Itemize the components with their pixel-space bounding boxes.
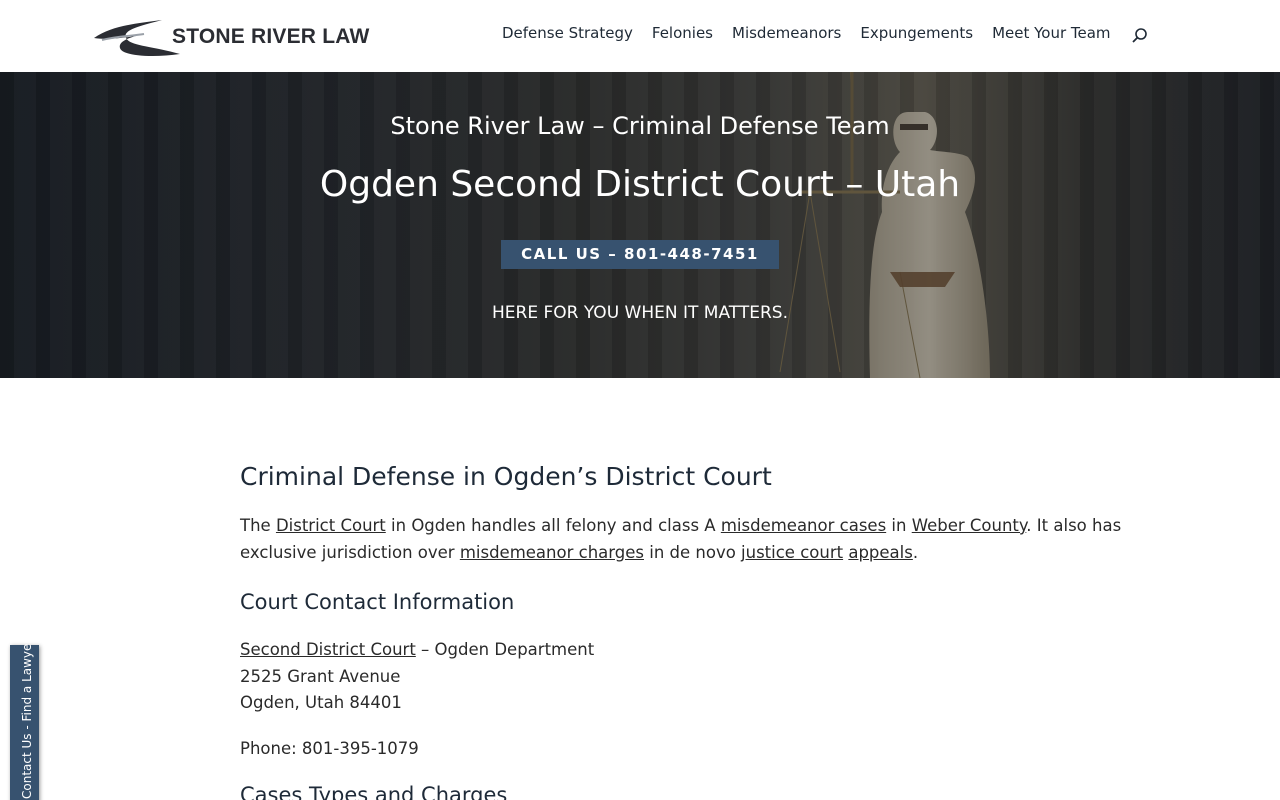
search-icon[interactable] [1131,27,1149,45]
logo-text: STONE RIVER LAW [172,25,370,48]
text: The [240,516,276,535]
main-nav: Defense Strategy Felonies Misdemeanors E… [502,24,1111,42]
justice-court-link[interactable]: justice court [741,543,843,562]
nav-misdemeanors[interactable]: Misdemeanors [732,24,841,42]
logo-swoosh-icon [94,20,180,56]
address-city: Ogden, Utah 84401 [240,693,402,712]
second-district-court-link[interactable]: Second District Court [240,640,416,659]
text: exclusive jurisdiction over [240,543,460,562]
text: . It also has [1026,516,1122,535]
section-heading-criminal-defense: Criminal Defense in Ogden’s District Cou… [240,462,772,491]
misdemeanor-charges-link[interactable]: misdemeanor charges [460,543,644,562]
logo[interactable]: STONE RIVER LAW [92,16,369,60]
nav-felonies[interactable]: Felonies [652,24,713,42]
text: in Ogden handles all felony and class A [385,516,721,535]
text: . [912,543,919,562]
hero-subtitle: Stone River Law – Criminal Defense Team [390,112,890,140]
address-line-1: Second District Court – Ogden Department [240,636,594,663]
text: in de novo [643,543,742,562]
nav-defense-strategy[interactable]: Defense Strategy [502,24,633,42]
district-court-link[interactable]: District Court [276,516,386,535]
section-heading-case-types: Cases Types and Charges [240,783,508,800]
call-us-button[interactable]: CALL US – 801-448-7451 [501,240,779,269]
hero-tagline: HERE FOR YOU WHEN IT MATTERS. [492,303,788,323]
nav-expungements[interactable]: Expungements [860,24,973,42]
appeals-link[interactable]: appeals [848,543,913,562]
address-street: 2525 Grant Avenue [240,667,401,686]
weber-county-link[interactable]: Weber County [912,516,1027,535]
page-title: Ogden Second District Court – Utah [319,164,961,205]
section-heading-contact: Court Contact Information [240,590,515,614]
department-text: – Ogden Department [415,640,595,659]
site-header: STONE RIVER LAW Defense Strategy Felonie… [0,0,1280,72]
misdemeanor-cases-link[interactable]: misdemeanor cases [721,516,886,535]
side-tab-label: Contact Us - Find a Lawyer [20,638,34,799]
intro-paragraph-line-2: exclusive jurisdiction over misdemeanor … [240,539,918,566]
nav-meet-your-team[interactable]: Meet Your Team [992,24,1110,42]
contact-side-tab[interactable]: Contact Us - Find a Lawyer [10,639,39,800]
text: in [886,516,912,535]
phone-number: Phone: 801-395-1079 [240,739,419,758]
intro-paragraph-line-1: The District Court in Ogden handles all … [240,512,1121,539]
hero-banner: Stone River Law – Criminal Defense Team … [0,72,1280,378]
